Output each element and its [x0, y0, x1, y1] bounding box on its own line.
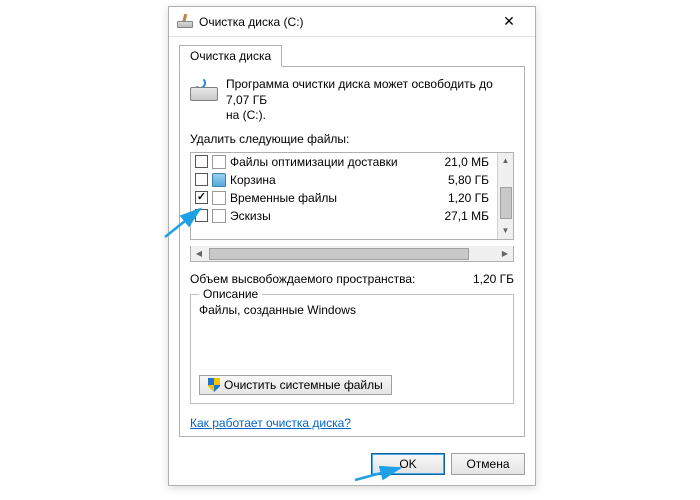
uac-shield-icon — [208, 378, 220, 392]
tab-strip: Очистка диска — [179, 45, 525, 66]
cancel-button[interactable]: Отмена — [451, 453, 525, 475]
item-name: Временные файлы — [230, 191, 429, 205]
list-item[interactable]: Корзина 5,80 ГБ — [191, 171, 497, 189]
info-row: Программа очистки диска может освободить… — [190, 77, 514, 124]
list-item[interactable]: Временные файлы 1,20 ГБ — [191, 189, 497, 207]
checkbox[interactable] — [195, 155, 208, 168]
list-label: Удалить следующие файлы: — [190, 132, 514, 146]
file-icon — [212, 209, 226, 223]
list-item[interactable]: Файлы оптимизации доставки 21,0 МБ — [191, 153, 497, 171]
clean-system-files-label: Очистить системные файлы — [224, 378, 383, 392]
close-icon: ✕ — [503, 13, 515, 30]
list-item[interactable]: Эскизы 27,1 МБ — [191, 207, 497, 225]
checkbox[interactable] — [195, 209, 208, 222]
file-icon — [212, 155, 226, 169]
item-size: 21,0 МБ — [433, 155, 493, 169]
window-title: Очистка диска (C:) — [199, 15, 489, 29]
scroll-thumb[interactable] — [209, 248, 469, 260]
titlebar: Очистка диска (C:) ✕ — [169, 7, 535, 37]
scroll-right-icon[interactable]: ▶ — [497, 246, 513, 261]
close-button[interactable]: ✕ — [489, 8, 529, 36]
disk-cleanup-window: Очистка диска (C:) ✕ Очистка диска Прогр… — [168, 6, 536, 486]
description-body: Файлы, созданные Windows — [199, 303, 505, 375]
total-row: Объем высвобождаемого пространства: 1,20… — [190, 272, 514, 286]
file-icon — [212, 191, 226, 205]
description-group: Описание Файлы, созданные Windows Очисти… — [190, 294, 514, 404]
item-size: 27,1 МБ — [433, 209, 493, 223]
info-line-2: на (C:). — [226, 108, 266, 122]
recycle-bin-icon — [212, 173, 226, 187]
file-list: Файлы оптимизации доставки 21,0 МБ Корзи… — [190, 152, 514, 240]
tab-disk-cleanup[interactable]: Очистка диска — [179, 45, 282, 67]
disk-cleanup-icon — [177, 14, 193, 30]
tab-panel: Программа очистки диска может освободить… — [179, 66, 525, 437]
scroll-left-icon[interactable]: ◀ — [191, 246, 207, 261]
horizontal-scrollbar[interactable]: ◀ ▶ — [190, 246, 514, 262]
scroll-down-icon[interactable]: ▼ — [498, 223, 513, 239]
info-text: Программа очистки диска может освободить… — [226, 77, 514, 124]
item-name: Эскизы — [230, 209, 429, 223]
drive-icon — [190, 79, 218, 101]
checkbox[interactable] — [195, 191, 208, 204]
help-link[interactable]: Как работает очистка диска? — [190, 416, 351, 430]
checkbox[interactable] — [195, 173, 208, 186]
item-size: 1,20 ГБ — [433, 191, 493, 205]
total-label: Объем высвобождаемого пространства: — [190, 272, 473, 286]
info-line-1: Программа очистки диска может освободить… — [226, 77, 493, 107]
file-list-inner[interactable]: Файлы оптимизации доставки 21,0 МБ Корзи… — [191, 153, 497, 239]
clean-system-files-button[interactable]: Очистить системные файлы — [199, 375, 392, 395]
scroll-thumb[interactable] — [500, 187, 512, 219]
ok-button[interactable]: OK — [371, 453, 445, 475]
item-size: 5,80 ГБ — [433, 173, 493, 187]
vertical-scrollbar[interactable]: ▲ ▼ — [497, 153, 513, 239]
client-area: Очистка диска Программа очистки диска мо… — [169, 37, 535, 445]
description-title: Описание — [199, 287, 262, 301]
dialog-buttons: OK Отмена — [169, 445, 535, 485]
item-name: Файлы оптимизации доставки — [230, 155, 429, 169]
total-value: 1,20 ГБ — [473, 272, 514, 286]
item-name: Корзина — [230, 173, 429, 187]
scroll-up-icon[interactable]: ▲ — [498, 153, 513, 169]
